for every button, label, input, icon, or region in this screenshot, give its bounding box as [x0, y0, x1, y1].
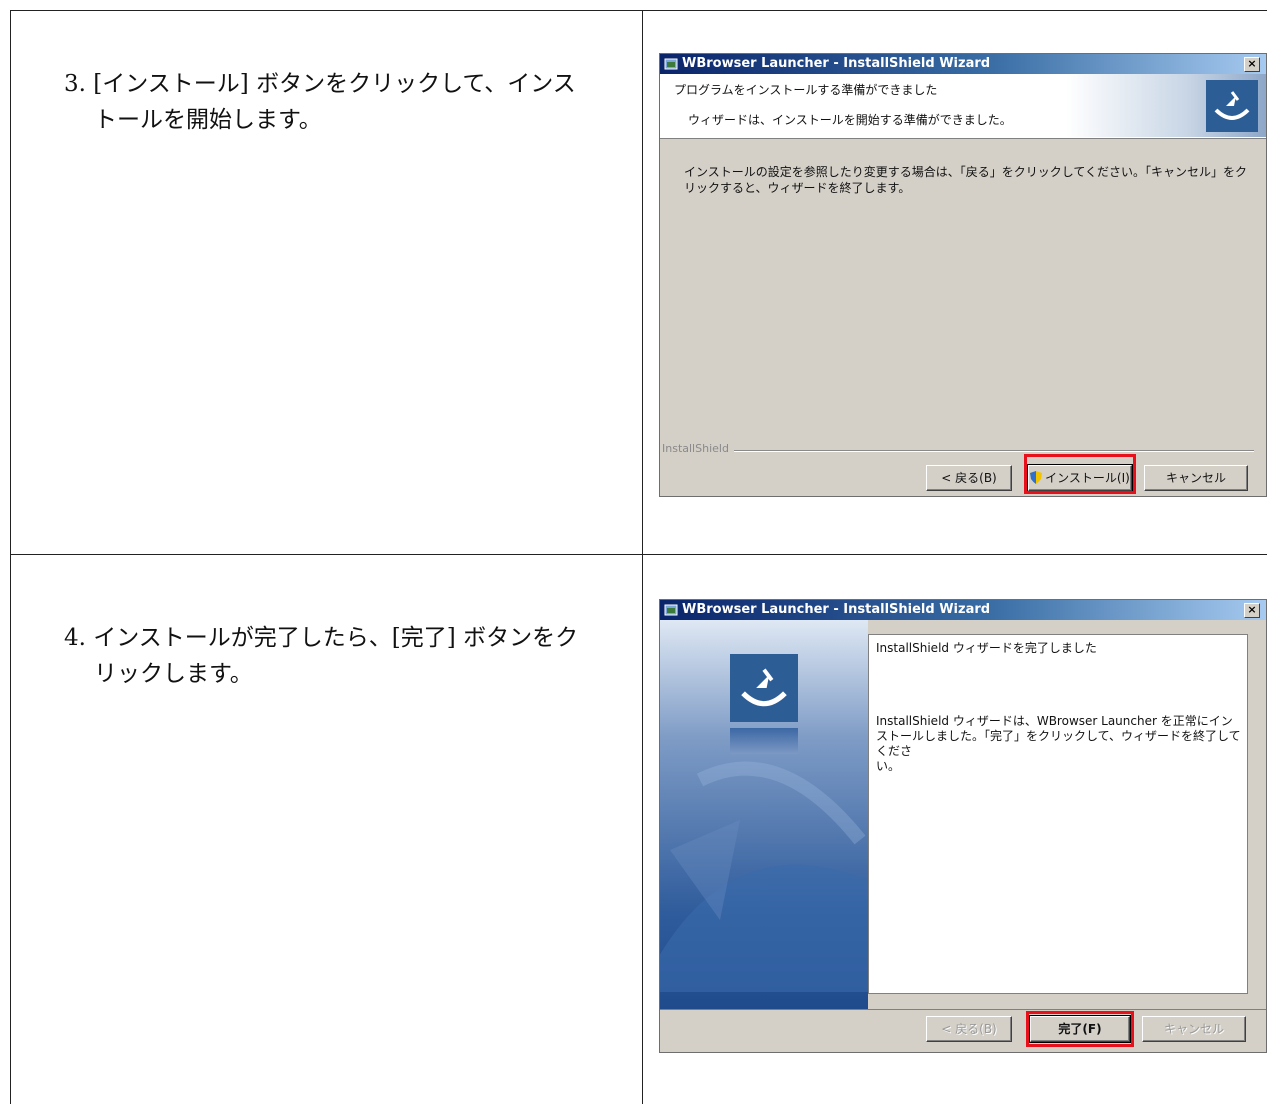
body-line: InstallShield ウィザードは、WBrowser Launcher を…	[876, 714, 1233, 728]
row-divider	[11, 554, 1267, 555]
step-number: 3.	[64, 71, 86, 97]
step-line: トールを開始します。	[94, 107, 322, 133]
header-title: プログラムをインストールする準備ができました	[674, 83, 938, 97]
back-button[interactable]: < 戻る(B)	[926, 465, 1012, 491]
header-subtitle: ウィザードは、インストールを開始する準備ができました。	[688, 113, 1012, 127]
column-divider	[642, 11, 643, 1104]
footer-separator	[734, 450, 1254, 452]
dialog-titlebar: WBrowser Launcher - InstallShield Wizard…	[660, 54, 1266, 74]
install-button-highlight	[1024, 454, 1136, 494]
body-line: い。	[876, 759, 901, 773]
step-3-text: 3. [インストール] ボタンをクリックして、インス トールを開始します。	[64, 66, 624, 138]
dialog-header: プログラムをインストールする準備ができました ウィザードは、インストールを開始す…	[660, 74, 1266, 139]
cancel-button[interactable]: キャンセル	[1144, 465, 1248, 491]
install-ready-dialog: WBrowser Launcher - InstallShield Wizard…	[659, 53, 1267, 497]
body-line: リックすると、ウィザードを終了します。	[684, 181, 911, 195]
finish-heading: InstallShield ウィザードを完了しました	[876, 641, 1097, 655]
dialog-title: WBrowser Launcher - InstallShield Wizard	[682, 56, 991, 71]
installshield-logo-icon	[1206, 80, 1258, 132]
step-number: 4.	[64, 625, 86, 651]
step-line: [インストール] ボタンをクリックして、インス	[93, 71, 576, 97]
dialog-body-text: インストールの設定を参照したり変更する場合は、「戻る」をクリックしてください。「…	[684, 164, 1264, 196]
install-complete-dialog: WBrowser Launcher - InstallShield Wizard…	[659, 599, 1267, 1053]
installshield-brand-label: InstallShield	[662, 442, 729, 455]
close-button[interactable]: ×	[1244, 603, 1260, 618]
body-line: インストールの設定を参照したり変更する場合は、「戻る」をクリックしてください。「…	[684, 165, 1248, 179]
back-button[interactable]: < 戻る(B)	[926, 1016, 1012, 1042]
dialog-titlebar: WBrowser Launcher - InstallShield Wizard…	[660, 600, 1266, 620]
finish-button-highlight	[1026, 1011, 1134, 1047]
step-line: インストールが完了したら、[完了] ボタンをク	[93, 625, 579, 651]
installer-app-icon	[664, 604, 678, 616]
wizard-side-banner	[660, 620, 868, 1010]
step-line: リックします。	[94, 661, 253, 687]
finish-body-text: InstallShield ウィザードは、WBrowser Launcher を…	[876, 714, 1246, 774]
logo-reflection	[730, 728, 798, 754]
dialog-title: WBrowser Launcher - InstallShield Wizard	[682, 602, 991, 617]
installshield-logo-icon	[730, 654, 798, 722]
close-button[interactable]: ×	[1244, 57, 1260, 72]
body-line: ストールしました。「完了」をクリックして、ウィザードを終了してくださ	[876, 729, 1241, 758]
dialog-content-pane	[868, 634, 1248, 994]
cancel-button[interactable]: キャンセル	[1142, 1016, 1246, 1042]
step-4-text: 4. インストールが完了したら、[完了] ボタンをク リックします。	[64, 620, 624, 692]
installer-app-icon	[664, 58, 678, 70]
